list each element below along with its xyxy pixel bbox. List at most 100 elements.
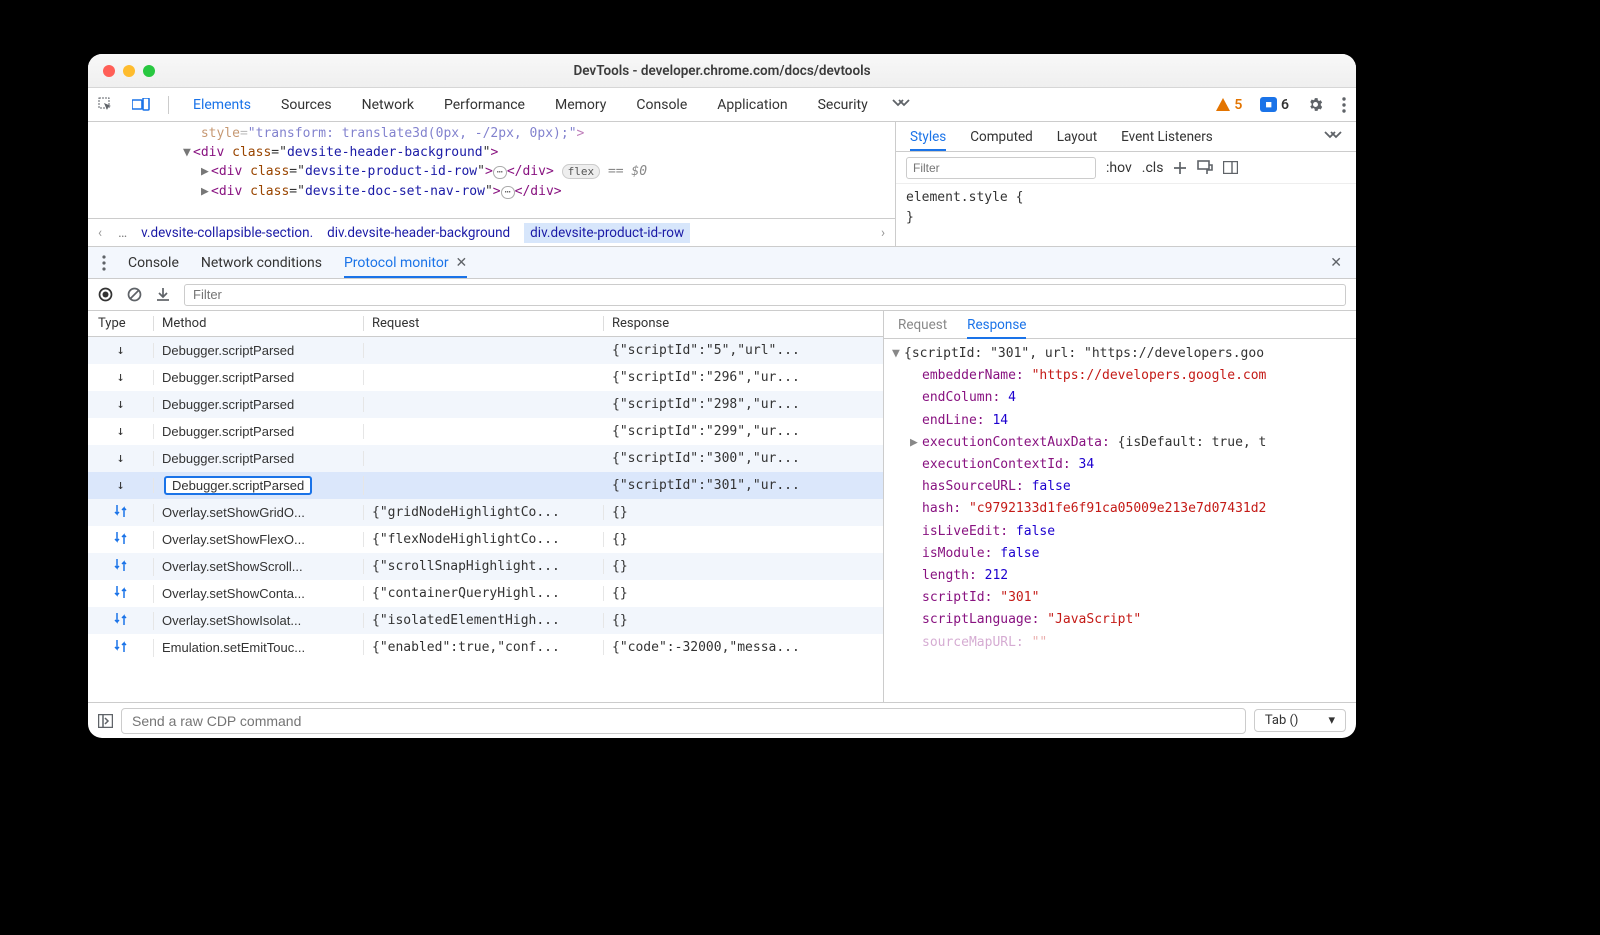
drawer-tab-network-conditions[interactable]: Network conditions xyxy=(201,255,322,271)
col-method[interactable]: Method xyxy=(154,316,364,331)
inspect-element-icon[interactable] xyxy=(98,97,114,113)
breadcrumb-item[interactable]: div.devsite-header-background xyxy=(327,225,510,241)
table-body: ↓Debugger.scriptParsed {"scriptId":"5","u… xyxy=(88,337,883,702)
dom-row[interactable]: ▶<div class="devsite-product-id-row">⋯</… xyxy=(88,162,895,182)
window-title: DevTools - developer.chrome.com/docs/dev… xyxy=(88,63,1356,79)
cell-request: {"scrollSnapHighlight... xyxy=(364,559,604,574)
sidebar-toggle-icon[interactable] xyxy=(1223,161,1238,174)
add-rule-icon[interactable] xyxy=(1173,161,1187,175)
traffic-lights xyxy=(103,65,155,77)
element-style-close: } xyxy=(906,208,1346,228)
minimize-window[interactable] xyxy=(123,65,135,77)
close-window[interactable] xyxy=(103,65,115,77)
styles-more-tabs-icon[interactable] xyxy=(1324,131,1342,143)
cell-type: ↓ xyxy=(88,451,154,466)
protocol-table: Type Method Request Response ↓Debugger.s… xyxy=(88,311,884,702)
cell-response: {"scriptId":"5","url"... xyxy=(604,343,883,358)
cell-type xyxy=(88,612,154,630)
tab-performance[interactable]: Performance xyxy=(438,97,531,113)
titlebar: DevTools - developer.chrome.com/docs/dev… xyxy=(88,54,1356,88)
table-row[interactable]: ↓Debugger.scriptParsed{"scriptId":"300",… xyxy=(88,445,883,472)
tab-console[interactable]: Console xyxy=(630,97,693,113)
issue-count: 6 xyxy=(1281,97,1289,113)
cell-response: {} xyxy=(604,586,883,601)
device-toolbar-icon[interactable] xyxy=(132,98,150,112)
dom-row-clipped[interactable]: style="transform: translate3d(0px, -/2px… xyxy=(88,124,895,143)
dom-row[interactable]: ▼<div class="devsite-header-background"> xyxy=(88,143,895,162)
table-row[interactable]: ↓Debugger.scriptParsed{"scriptId":"299",… xyxy=(88,418,883,445)
cell-type xyxy=(88,531,154,549)
tab-computed[interactable]: Computed xyxy=(970,129,1033,145)
tab-sources[interactable]: Sources xyxy=(275,97,338,113)
detail-tab-response[interactable]: Response xyxy=(967,317,1026,339)
tab-styles[interactable]: Styles xyxy=(910,129,946,151)
table-row[interactable]: Overlay.setShowFlexO...{"flexNodeHighlig… xyxy=(88,526,883,553)
maximize-window[interactable] xyxy=(143,65,155,77)
cell-method: Debugger.scriptParsed xyxy=(154,424,364,439)
cell-request: {"enabled":true,"conf... xyxy=(364,640,604,655)
tab-button[interactable]: Tab ()▾ xyxy=(1254,709,1346,732)
col-response[interactable]: Response xyxy=(604,316,883,331)
table-row[interactable]: ↓Debugger.scriptParsed{"scriptId":"301",… xyxy=(88,472,883,499)
cls-toggle[interactable]: .cls xyxy=(1142,160,1164,176)
tab-event-listeners[interactable]: Event Listeners xyxy=(1121,129,1213,145)
drawer-tab-console[interactable]: Console xyxy=(128,255,179,271)
table-row[interactable]: ↓Debugger.scriptParsed{"scriptId":"298",… xyxy=(88,391,883,418)
cell-type xyxy=(88,639,154,657)
breadcrumb-left-icon[interactable]: ‹ xyxy=(96,225,104,241)
paint-icon[interactable] xyxy=(1197,160,1213,175)
dom-tree[interactable]: style="transform: translate3d(0px, -/2px… xyxy=(88,122,895,218)
drawer-close-icon[interactable]: ✕ xyxy=(1330,255,1342,271)
more-tabs-icon[interactable] xyxy=(892,99,910,111)
breadcrumb-item[interactable]: v.devsite-collapsible-section. xyxy=(141,225,313,241)
styles-filter-input[interactable] xyxy=(906,157,1096,179)
table-row[interactable]: ↓Debugger.scriptParsed{"scriptId":"296",… xyxy=(88,364,883,391)
settings-icon[interactable] xyxy=(1307,96,1324,113)
record-icon[interactable] xyxy=(98,287,113,302)
table-row[interactable]: Emulation.setEmitTouc...{"enabled":true,… xyxy=(88,634,883,661)
tab-application[interactable]: Application xyxy=(711,97,793,113)
cell-type xyxy=(88,504,154,522)
table-row[interactable]: Overlay.setShowConta...{"containerQueryH… xyxy=(88,580,883,607)
protocol-filter-input[interactable] xyxy=(184,284,1346,306)
breadcrumb-item-active[interactable]: div.devsite-product-id-row xyxy=(524,223,690,243)
toggle-sidebar-icon[interactable] xyxy=(98,714,113,728)
cdp-command-input[interactable] xyxy=(121,708,1246,734)
breadcrumb-right-icon[interactable]: › xyxy=(879,225,887,241)
table-row[interactable]: Overlay.setShowIsolat...{"isolatedElemen… xyxy=(88,607,883,634)
detail-body[interactable]: ▼{scriptId: "301", url: "https://develop… xyxy=(884,339,1356,702)
breadcrumb-overflow[interactable]: … xyxy=(118,225,127,241)
dom-row[interactable]: ▶<div class="devsite-doc-set-nav-row">⋯<… xyxy=(88,182,895,202)
tab-security[interactable]: Security xyxy=(812,97,874,113)
tab-layout[interactable]: Layout xyxy=(1057,129,1097,145)
drawer-more-icon[interactable] xyxy=(102,255,106,271)
col-request[interactable]: Request xyxy=(364,316,604,331)
tab-elements[interactable]: Elements xyxy=(187,97,257,113)
issue-indicator[interactable]: ■ 6 xyxy=(1260,97,1289,113)
clear-icon[interactable] xyxy=(127,287,142,302)
warning-indicator[interactable]: 5 xyxy=(1216,97,1242,113)
drawer-tab-strip: Console Network conditions Protocol moni… xyxy=(88,247,1356,279)
cell-method: Debugger.scriptParsed xyxy=(154,451,364,466)
close-tab-icon[interactable]: ✕ xyxy=(456,255,468,271)
hov-toggle[interactable]: :hov xyxy=(1106,160,1132,176)
drawer-tab-protocol-monitor[interactable]: Protocol monitor ✕ xyxy=(344,255,467,278)
cell-response: {} xyxy=(604,532,883,547)
more-menu-icon[interactable] xyxy=(1342,97,1346,113)
detail-tab-request[interactable]: Request xyxy=(898,317,947,333)
breadcrumb[interactable]: ‹ … v.devsite-collapsible-section. div.d… xyxy=(88,218,895,246)
table-row[interactable]: ↓Debugger.scriptParsed{"scriptId":"5","u… xyxy=(88,337,883,364)
chevron-down-icon: ▾ xyxy=(1328,713,1335,728)
tab-network[interactable]: Network xyxy=(356,97,420,113)
cell-request: {"isolatedElementHigh... xyxy=(364,613,604,628)
cell-type xyxy=(88,585,154,603)
table-row[interactable]: Overlay.setShowGridO...{"gridNodeHighlig… xyxy=(88,499,883,526)
save-icon[interactable] xyxy=(156,287,170,302)
cell-response: {"scriptId":"299","ur... xyxy=(604,424,883,439)
col-type[interactable]: Type xyxy=(88,316,154,331)
cell-response: {"scriptId":"296","ur... xyxy=(604,370,883,385)
table-row[interactable]: Overlay.setShowScroll...{"scrollSnapHigh… xyxy=(88,553,883,580)
tab-memory[interactable]: Memory xyxy=(549,97,612,113)
elements-styles-split: style="transform: translate3d(0px, -/2px… xyxy=(88,122,1356,247)
styles-body[interactable]: element.style { } xyxy=(896,184,1356,232)
